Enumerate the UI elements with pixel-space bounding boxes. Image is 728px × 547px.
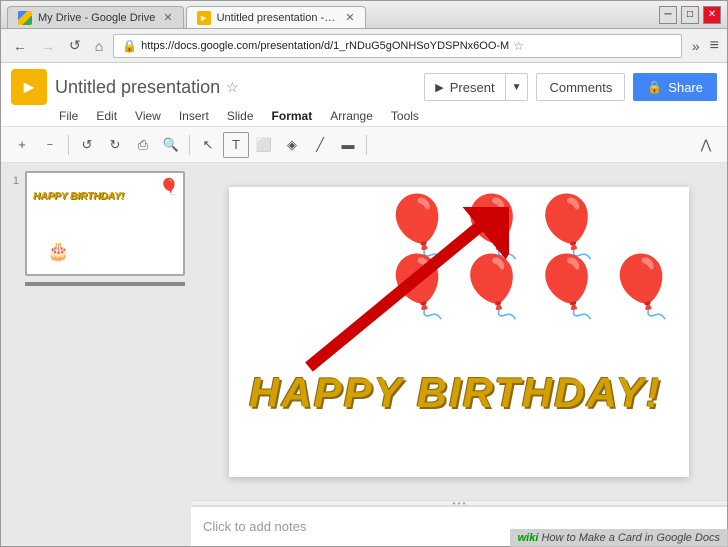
menu-slide[interactable]: Slide <box>219 107 262 125</box>
url-text: https://docs.google.com/presentation/d/1… <box>141 40 509 52</box>
header-actions: ▶ Present ▼ Comments 🔒 Share <box>424 73 717 101</box>
share-button[interactable]: 🔒 Share <box>633 73 717 101</box>
browser-window: My Drive - Google Drive ✕ ► Untitled pre… <box>0 0 728 547</box>
menu-edit[interactable]: Edit <box>88 107 125 125</box>
slide-thumbnail[interactable]: 🎈 HAPPY BIRTHDAY! 🎂 <box>25 171 185 276</box>
menu-arrange[interactable]: Arrange <box>322 107 381 125</box>
main-content: 1 🎈 HAPPY BIRTHDAY! 🎂 <box>1 163 727 546</box>
menu-bar: File Edit View Insert Slide Format Arran… <box>1 107 727 125</box>
comments-button[interactable]: Comments <box>536 73 625 101</box>
toolbar: + − ↺ ↻ ⎙ 🔍 ↖ T ⬜ ◈ ╱ ▬ ⋀ <box>1 127 727 163</box>
toolbar-image[interactable]: ◈ <box>279 132 305 158</box>
doc-title-area: Untitled presentation ☆ <box>55 77 416 98</box>
menu-format[interactable]: Format <box>264 107 321 125</box>
present-main: ▶ Present <box>425 74 505 100</box>
toolbar-text[interactable]: T <box>223 132 249 158</box>
slide-thumb-container: 1 🎈 HAPPY BIRTHDAY! 🎂 <box>7 171 185 276</box>
toolbar-zoom-out[interactable]: − <box>37 132 63 158</box>
menu-file[interactable]: File <box>51 107 86 125</box>
address-bar: ← → ↺ ⌂ 🔒 https://docs.google.com/presen… <box>1 29 727 63</box>
editor-area: 🎈🎈🎈🎈🎈🎈🎈 HAPPY BIRTHDAY! <box>191 163 727 546</box>
tab-slides-close[interactable]: ✕ <box>345 11 354 24</box>
share-icon: 🔒 <box>647 80 662 94</box>
doc-title-text[interactable]: Untitled presentation <box>55 77 220 98</box>
toolbar-insert[interactable]: ▬ <box>335 132 361 158</box>
toolbar-zoom-in[interactable]: + <box>9 132 35 158</box>
more-button[interactable]: » <box>688 36 704 56</box>
tab-slides[interactable]: ► Untitled presentation - Go ✕ <box>186 6 366 28</box>
red-arrow <box>289 207 509 387</box>
drive-favicon <box>18 11 32 25</box>
doc-title: Untitled presentation ☆ <box>55 77 416 98</box>
slides-favicon: ► <box>197 11 211 25</box>
notes-placeholder: Click to add notes <box>203 519 306 534</box>
tab-slides-label: Untitled presentation - Go <box>217 12 338 24</box>
wikihow-logo: wiki <box>518 532 539 544</box>
toolbar-expand[interactable]: ⋀ <box>693 132 719 158</box>
app-header-top: ► Untitled presentation ☆ ▶ Present ▼ Co… <box>1 63 727 107</box>
slide-canvas-wrapper[interactable]: 🎈🎈🎈🎈🎈🎈🎈 HAPPY BIRTHDAY! <box>191 163 727 500</box>
thumb-balloons: 🎈 <box>159 177 179 197</box>
toolbar-sep-1 <box>68 135 69 155</box>
maximize-button[interactable]: □ <box>681 6 699 24</box>
slide-canvas: 🎈🎈🎈🎈🎈🎈🎈 HAPPY BIRTHDAY! <box>229 187 689 477</box>
tab-drive-close[interactable]: ✕ <box>163 11 172 24</box>
thumb-cake: 🎂 <box>47 241 69 262</box>
toolbar-print[interactable]: ⎙ <box>130 132 156 158</box>
menu-tools[interactable]: Tools <box>383 107 427 125</box>
doc-star-icon[interactable]: ☆ <box>226 79 239 96</box>
url-bar[interactable]: 🔒 https://docs.google.com/presentation/d… <box>113 34 682 58</box>
present-icon: ▶ <box>435 81 443 94</box>
present-label: Present <box>450 80 495 95</box>
tab-bar: My Drive - Google Drive ✕ ► Untitled pre… <box>7 1 659 28</box>
reload-button[interactable]: ↺ <box>65 35 85 56</box>
window-controls: ─ □ ✕ <box>659 6 721 24</box>
back-button[interactable]: ← <box>9 36 31 56</box>
thumb-inner: 🎈 HAPPY BIRTHDAY! 🎂 <box>27 173 183 274</box>
toolbar-zoom[interactable]: 🔍 <box>158 132 184 158</box>
wikihow-watermark: wiki How to Make a Card in Google Docs <box>510 529 728 547</box>
slides-logo: ► <box>11 69 47 105</box>
menu-insert[interactable]: Insert <box>171 107 217 125</box>
minimize-button[interactable]: ─ <box>659 6 677 24</box>
home-button[interactable]: ⌂ <box>91 36 107 56</box>
close-button[interactable]: ✕ <box>703 6 721 24</box>
menu-view[interactable]: View <box>127 107 169 125</box>
lock-icon: 🔒 <box>122 39 137 53</box>
wikihow-text: How to Make a Card in Google Docs <box>541 532 720 544</box>
app-header: ► Untitled presentation ☆ ▶ Present ▼ Co… <box>1 63 727 127</box>
toolbar-line[interactable]: ╱ <box>307 132 333 158</box>
thumb-happy-birthday-text: HAPPY BIRTHDAY! <box>33 191 124 202</box>
present-dropdown-icon[interactable]: ▼ <box>506 74 528 100</box>
star-icon[interactable]: ☆ <box>513 39 524 53</box>
toolbar-select[interactable]: ↖ <box>195 132 221 158</box>
browser-menu-button[interactable]: ≡ <box>710 37 719 55</box>
forward-button[interactable]: → <box>37 36 59 56</box>
toolbar-shape[interactable]: ⬜ <box>251 132 277 158</box>
share-label: Share <box>668 80 703 95</box>
slide-indicator <box>25 282 185 286</box>
tab-drive[interactable]: My Drive - Google Drive ✕ <box>7 6 184 28</box>
toolbar-sep-3 <box>366 135 367 155</box>
toolbar-sep-2 <box>189 135 190 155</box>
present-button[interactable]: ▶ Present ▼ <box>424 73 528 101</box>
slide-panel: 1 🎈 HAPPY BIRTHDAY! 🎂 <box>1 163 191 546</box>
toolbar-redo[interactable]: ↻ <box>102 132 128 158</box>
title-bar: My Drive - Google Drive ✕ ► Untitled pre… <box>1 1 727 29</box>
slide-number: 1 <box>7 175 19 276</box>
tab-drive-label: My Drive - Google Drive <box>38 12 155 24</box>
toolbar-undo[interactable]: ↺ <box>74 132 100 158</box>
